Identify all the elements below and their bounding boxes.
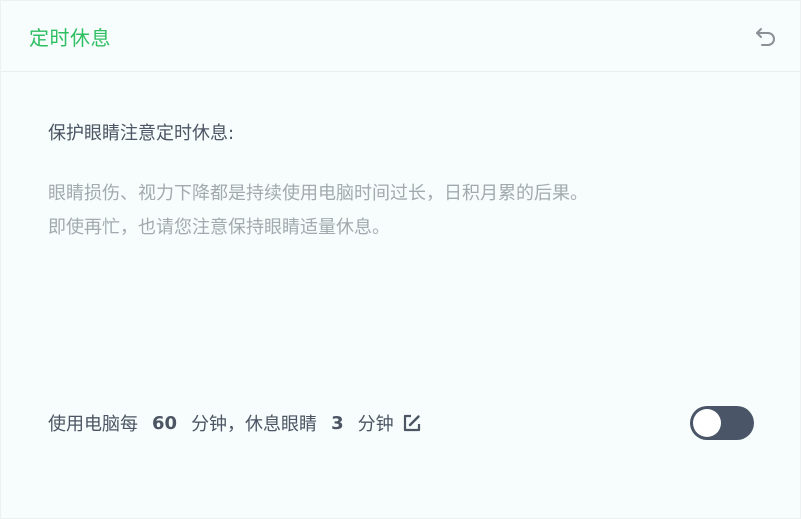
section-subtitle: 保护眼睛注意定时休息:: [48, 123, 235, 144]
work-minutes-value: 60: [152, 412, 178, 434]
rest-minutes-value: 3: [331, 412, 344, 434]
rest-schedule-row: 使用电脑每 60 分钟，休息眼睛 3 分钟: [48, 408, 422, 438]
schedule-suffix: 分钟: [357, 414, 394, 435]
schedule-prefix: 使用电脑每: [48, 414, 138, 435]
panel-header: 定时休息: [1, 1, 800, 72]
description-line: 即使再忙，也请您注意保持眼睛适量休息。: [48, 217, 390, 238]
edit-icon[interactable]: [402, 413, 422, 433]
undo-icon[interactable]: [753, 24, 779, 50]
schedule-middle: 分钟，休息眼睛: [191, 414, 318, 435]
rest-reminder-panel: 定时休息 保护眼睛注意定时休息: 眼睛损伤、视力下降都是持续使用电脑时间过长，日…: [0, 0, 801, 519]
rest-reminder-toggle[interactable]: [690, 406, 754, 440]
panel-title: 定时休息: [29, 26, 111, 50]
description-text: 眼睛损伤、视力下降都是持续使用电脑时间过长，日积月累的后果。 即使再忙，也请您注…: [48, 177, 768, 245]
description-line: 眼睛损伤、视力下降都是持续使用电脑时间过长，日积月累的后果。: [48, 183, 588, 204]
toggle-knob: [693, 409, 721, 437]
